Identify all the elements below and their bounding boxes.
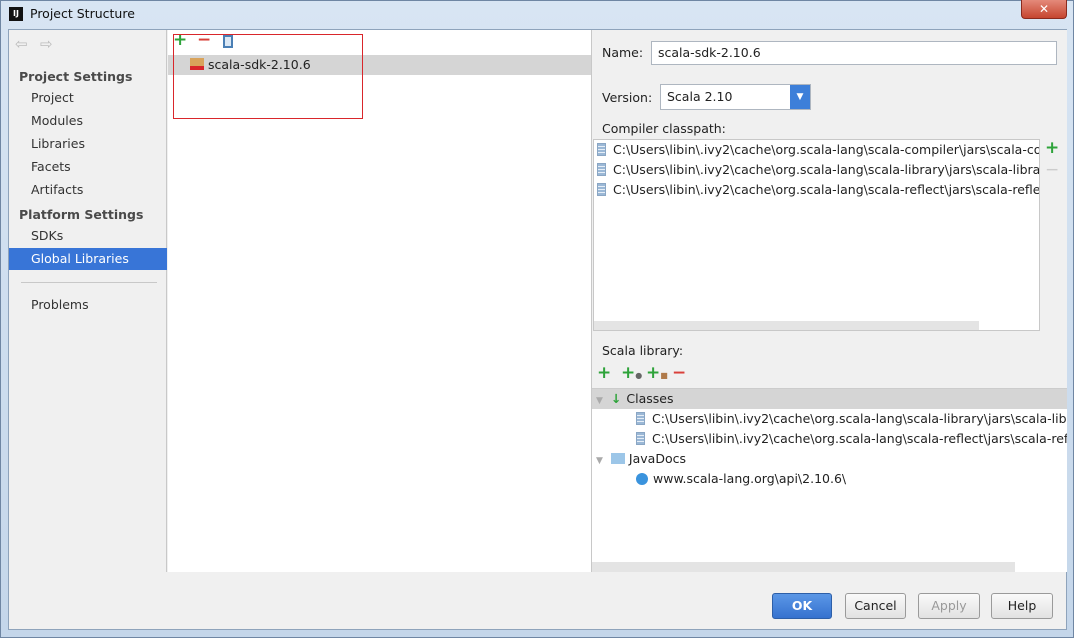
classpath-path: C:\Users\libin\.ivy2\cache\org.scala-lan…: [613, 162, 1039, 177]
forward-icon[interactable]: ⇨: [40, 35, 53, 53]
tree-label: JavaDocs: [628, 451, 686, 466]
back-icon[interactable]: ⇦: [15, 35, 28, 53]
sidebar-item-project[interactable]: Project: [9, 87, 167, 109]
add-jar-directory-icon[interactable]: +■: [646, 363, 668, 383]
window-title: Project Structure: [30, 6, 135, 21]
collapse-icon[interactable]: ▼: [596, 456, 603, 466]
jar-icon: [597, 163, 606, 176]
details-panel: Name: scala-sdk-2.10.6 Version: Scala 2.…: [592, 30, 1067, 572]
chevron-down-icon[interactable]: ▼: [790, 85, 810, 109]
classpath-item[interactable]: C:\Users\libin\.ivy2\cache\org.scala-lan…: [594, 160, 1039, 180]
remove-icon[interactable]: −: [672, 363, 686, 383]
classpath-label: Compiler classpath:: [602, 121, 726, 136]
horizontal-scrollbar[interactable]: [592, 562, 1015, 572]
classpath-path: C:\Users\libin\.ivy2\cache\org.scala-lan…: [613, 182, 1039, 197]
tree-label: C:\Users\libin\.ivy2\cache\org.scala-lan…: [652, 411, 1067, 426]
version-select[interactable]: Scala 2.10 ▼: [660, 84, 811, 110]
section-platform-settings: Platform Settings: [19, 207, 144, 222]
tree-item[interactable]: C:\Users\libin\.ivy2\cache\org.scala-lan…: [592, 409, 1067, 429]
cancel-button[interactable]: Cancel: [845, 593, 906, 619]
sidebar-item-problems[interactable]: Problems: [9, 294, 167, 316]
classpath-item[interactable]: C:\Users\libin\.ivy2\cache\org.scala-lan…: [594, 140, 1039, 160]
add-icon[interactable]: +: [597, 363, 611, 383]
add-url-icon[interactable]: +●: [621, 363, 642, 383]
tree-item[interactable]: www.scala-lang.org\api\2.10.6\: [592, 469, 1067, 489]
sidebar-item-facets[interactable]: Facets: [9, 156, 167, 178]
sidebar-item-modules[interactable]: Modules: [9, 110, 167, 132]
name-label: Name:: [602, 45, 644, 60]
jar-icon: [597, 143, 606, 156]
version-value: Scala 2.10: [667, 89, 733, 104]
tree-node-javadocs[interactable]: ▼ JavaDocs: [592, 449, 1067, 469]
folder-icon: [610, 453, 625, 464]
ok-button[interactable]: OK: [772, 593, 832, 619]
close-button[interactable]: ✕: [1021, 0, 1067, 19]
library-list-panel: + − scala-sdk-2.10.6: [168, 30, 592, 572]
remove-classpath-icon[interactable]: −: [1045, 160, 1059, 180]
classpath-list[interactable]: C:\Users\libin\.ivy2\cache\org.scala-lan…: [593, 139, 1040, 331]
sidebar-item-artifacts[interactable]: Artifacts: [9, 179, 167, 201]
sidebar-item-global-libraries[interactable]: Global Libraries: [9, 248, 167, 270]
jar-icon: [636, 432, 645, 445]
collapse-icon[interactable]: ▼: [596, 396, 603, 406]
version-label: Version:: [602, 90, 653, 105]
tree-label: www.scala-lang.org\api\2.10.6\: [653, 471, 847, 486]
scala-library-label: Scala library:: [602, 343, 684, 358]
library-tree[interactable]: ▼ ↓ Classes C:\Users\libin\.ivy2\cache\org…: [592, 388, 1067, 572]
section-project-settings: Project Settings: [19, 69, 133, 84]
globe-icon: [636, 473, 648, 485]
classpath-path: C:\Users\libin\.ivy2\cache\org.scala-lan…: [613, 142, 1039, 157]
app-icon: IJ: [9, 7, 23, 21]
tree-node-classes[interactable]: ▼ ↓ Classes: [592, 389, 1067, 409]
sidebar: ⇦ ⇨ Project Settings Project Modules Lib…: [9, 30, 167, 572]
add-classpath-icon[interactable]: +: [1045, 138, 1059, 158]
divider: [21, 282, 157, 283]
apply-button[interactable]: Apply: [918, 593, 980, 619]
classes-icon: ↓: [610, 391, 622, 406]
tree-label: C:\Users\libin\.ivy2\cache\org.scala-lan…: [652, 431, 1067, 446]
sidebar-item-libraries[interactable]: Libraries: [9, 133, 167, 155]
sidebar-item-sdks[interactable]: SDKs: [9, 225, 167, 247]
horizontal-scrollbar[interactable]: [594, 321, 979, 330]
jar-icon: [636, 412, 645, 425]
highlight-box: [173, 34, 363, 119]
help-button[interactable]: Help: [991, 593, 1053, 619]
tree-item[interactable]: C:\Users\libin\.ivy2\cache\org.scala-lan…: [592, 429, 1067, 449]
tree-label: Classes: [626, 391, 674, 406]
jar-icon: [597, 183, 606, 196]
name-input[interactable]: scala-sdk-2.10.6: [651, 41, 1057, 65]
classpath-item[interactable]: C:\Users\libin\.ivy2\cache\org.scala-lan…: [594, 180, 1039, 200]
